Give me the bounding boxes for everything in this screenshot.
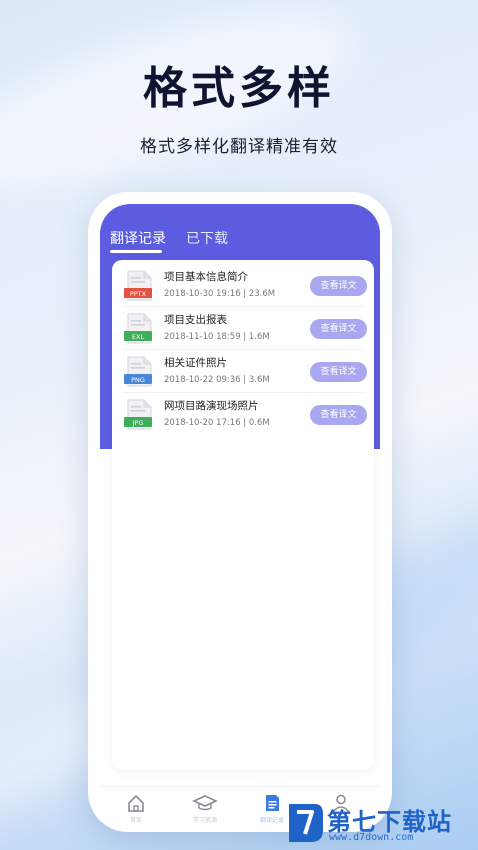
svg-text:PPTX: PPTX xyxy=(130,290,147,298)
nav-learning[interactable]: 学习资源 xyxy=(190,793,220,824)
view-translation-button[interactable]: 查看译文 xyxy=(310,405,367,425)
watermark-logo-icon xyxy=(289,804,323,842)
excel-file-icon: EXL xyxy=(124,313,152,344)
file-name: 项目支出报表 xyxy=(164,314,227,326)
pptx-file-icon: PPTX xyxy=(124,270,152,301)
tab-downloaded[interactable]: 已下载 xyxy=(186,228,228,248)
active-tab-indicator xyxy=(110,250,162,253)
nav-label: 首页 xyxy=(129,817,142,824)
view-translation-button[interactable]: 查看译文 xyxy=(310,319,367,339)
svg-text:PNG: PNG xyxy=(131,376,145,384)
file-name: 相关证件照片 xyxy=(164,357,227,369)
view-translation-button[interactable]: 查看译文 xyxy=(310,276,367,296)
view-translation-button[interactable]: 查看译文 xyxy=(310,362,367,382)
file-name: 项目基本信息简介 xyxy=(164,271,248,283)
nav-records[interactable]: 翻译记录 xyxy=(257,793,287,824)
file-row[interactable]: EXL 项目支出报表 2018-11-10 18:59 | 1.6M 查看译文 xyxy=(112,307,374,350)
jpg-file-icon: JPG xyxy=(124,399,152,430)
phone-mockup: 翻译记录 已下载 PPTX 项目基本信息简介 2018-10-30 19:16 … xyxy=(88,192,392,832)
watermark: 第七下载站 www.d7down.com xyxy=(285,800,475,846)
file-list-card: PPTX 项目基本信息简介 2018-10-30 19:16 | 23.6M 查… xyxy=(112,260,374,770)
graduation-cap-icon xyxy=(192,795,218,811)
home-icon xyxy=(128,794,144,812)
svg-text:EXL: EXL xyxy=(132,333,145,341)
svg-text:JPG: JPG xyxy=(132,419,144,427)
png-file-icon: PNG xyxy=(124,356,152,387)
file-meta: 2018-10-20 17:16 | 0.6M xyxy=(164,418,270,428)
watermark-url: www.d7down.com xyxy=(329,832,414,843)
file-meta: 2018-10-30 19:16 | 23.6M xyxy=(164,289,276,299)
document-icon xyxy=(266,795,279,811)
tab-translation-records[interactable]: 翻译记录 xyxy=(110,228,166,248)
file-row[interactable]: PNG 相关证件照片 2018-10-22 09:36 | 3.6M 查看译文 xyxy=(112,350,374,393)
nav-home[interactable]: 首页 xyxy=(121,793,151,824)
nav-label: 学习资源 xyxy=(192,817,217,824)
app-screen: 翻译记录 已下载 PPTX 项目基本信息简介 2018-10-30 19:16 … xyxy=(100,204,380,824)
file-name: 网项目路演现场照片 xyxy=(164,400,259,412)
headline: 格式多样 xyxy=(143,63,335,114)
file-meta: 2018-10-22 09:36 | 3.6M xyxy=(164,375,270,385)
file-meta: 2018-11-10 18:59 | 1.6M xyxy=(164,332,270,342)
file-row[interactable]: PPTX 项目基本信息简介 2018-10-30 19:16 | 23.6M 查… xyxy=(112,264,374,307)
file-row[interactable]: JPG 网项目路演现场照片 2018-10-20 17:16 | 0.6M 查看… xyxy=(112,393,374,436)
subheadline: 格式多样化翻译精准有效 xyxy=(140,137,338,157)
